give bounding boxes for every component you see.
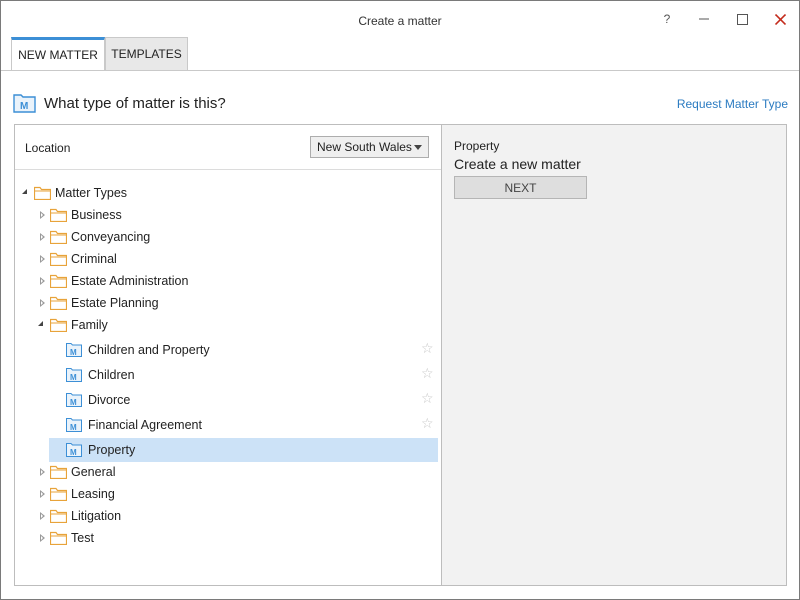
- selected-type-label: Property: [454, 139, 500, 153]
- collapse-arrow-icon[interactable]: [38, 321, 43, 326]
- tree-folder[interactable]: Criminal: [15, 248, 441, 270]
- tree-matter-item[interactable]: M Divorce ☆: [49, 388, 438, 412]
- close-button[interactable]: [765, 7, 795, 31]
- tree-matter-label: Financial Agreement: [88, 418, 202, 432]
- favorite-star-icon[interactable]: ☆: [421, 415, 434, 432]
- folder-icon: [50, 208, 67, 222]
- folder-icon: [50, 274, 67, 288]
- tree-matter-item[interactable]: M Children and Property ☆: [49, 338, 438, 362]
- chevron-down-icon: [414, 145, 422, 150]
- tree-folder[interactable]: General: [15, 461, 441, 483]
- matter-details-pane: Property Create a new matter NEXT: [442, 125, 786, 585]
- next-button[interactable]: NEXT: [454, 176, 587, 199]
- tree-folder[interactable]: Conveyancing: [15, 226, 441, 248]
- location-dropdown[interactable]: New South Wales: [310, 136, 429, 158]
- matter-tree-pane: Location New South Wales Matter Types Bus…: [15, 125, 442, 585]
- collapse-arrow-icon[interactable]: [22, 189, 27, 194]
- minimize-button[interactable]: [689, 7, 719, 31]
- tree-folder-label: General: [71, 465, 116, 479]
- tree-folder-label: Family: [71, 318, 108, 332]
- page-title: What type of matter is this?: [44, 95, 226, 112]
- tree-folder-label: Leasing: [71, 487, 115, 501]
- tree-folder[interactable]: Estate Administration: [15, 270, 441, 292]
- svg-text:M: M: [70, 423, 77, 432]
- matter-template-icon: M: [66, 368, 82, 382]
- folder-icon: [50, 509, 67, 523]
- tree-folder-label: Estate Administration: [71, 274, 189, 288]
- tab-new-matter[interactable]: NEW MATTER: [11, 37, 105, 70]
- tree-folder-label: Test: [71, 531, 94, 545]
- matter-type-icon: M: [13, 94, 36, 113]
- tree-folder-label: Conveyancing: [71, 230, 151, 244]
- svg-text:M: M: [70, 373, 77, 382]
- folder-icon: [50, 230, 67, 244]
- location-selected-value: New South Wales: [317, 140, 412, 154]
- tree-matter-label: Property: [88, 443, 136, 457]
- tree-folder-label: Criminal: [71, 252, 117, 266]
- create-matter-window: Create a matter ? NEW MATTER TEMPLATES M…: [0, 0, 800, 600]
- folder-icon: [50, 318, 67, 332]
- location-label: Location: [25, 141, 71, 155]
- folder-icon: [50, 531, 67, 545]
- svg-text:M: M: [70, 348, 77, 357]
- minimize-icon: [699, 18, 709, 20]
- tab-divider: [1, 70, 799, 71]
- location-divider: [15, 169, 441, 170]
- tree-root-label: Matter Types: [55, 186, 128, 200]
- matter-template-icon: M: [66, 343, 82, 357]
- tree-folder-label: Estate Planning: [71, 296, 159, 310]
- favorite-star-icon[interactable]: ☆: [421, 390, 434, 407]
- help-button[interactable]: ?: [652, 7, 682, 31]
- favorite-star-icon[interactable]: ☆: [421, 340, 434, 357]
- tree-folder-label: Business: [71, 208, 122, 222]
- request-matter-type-link[interactable]: Request Matter Type: [677, 97, 788, 111]
- tree-matter-label: Children: [88, 368, 135, 382]
- matter-panel: Location New South Wales Matter Types Bus…: [14, 124, 787, 586]
- tree-matter-label: Children and Property: [88, 343, 210, 357]
- title-bar: Create a matter ?: [1, 1, 799, 37]
- maximize-icon: [736, 13, 748, 25]
- tree-matter-item[interactable]: M Financial Agreement ☆: [49, 413, 438, 437]
- folder-icon: [50, 296, 67, 310]
- svg-text:M: M: [70, 448, 77, 457]
- matter-template-icon: M: [66, 443, 82, 457]
- tree-folder[interactable]: Test: [15, 527, 441, 549]
- folder-icon: [50, 252, 67, 266]
- tree-root-matter-types[interactable]: Matter Types: [15, 182, 441, 204]
- tree-folder[interactable]: Business: [15, 204, 441, 226]
- folder-icon: [34, 186, 51, 200]
- help-icon: ?: [663, 12, 671, 26]
- tab-templates[interactable]: TEMPLATES: [105, 37, 188, 70]
- folder-icon: [50, 465, 67, 479]
- matter-template-icon: M: [66, 393, 82, 407]
- tree-folder-label: Litigation: [71, 509, 122, 523]
- svg-text:M: M: [20, 101, 28, 112]
- tree-folder[interactable]: Litigation: [15, 505, 441, 527]
- svg-text:M: M: [70, 398, 77, 407]
- details-title: Create a new matter: [454, 156, 581, 172]
- tree-folder[interactable]: Family: [15, 314, 441, 336]
- matter-template-icon: M: [66, 418, 82, 432]
- tree-folder[interactable]: Estate Planning: [15, 292, 441, 314]
- tree-matter-item[interactable]: M Property: [49, 438, 438, 462]
- tree-matter-label: Divorce: [88, 393, 131, 407]
- favorite-star-icon[interactable]: ☆: [421, 365, 434, 382]
- close-icon: [774, 13, 786, 25]
- maximize-button[interactable]: [727, 7, 757, 31]
- folder-icon: [50, 487, 67, 501]
- tree-folder[interactable]: Leasing: [15, 483, 441, 505]
- tree-matter-item[interactable]: M Children ☆: [49, 363, 438, 387]
